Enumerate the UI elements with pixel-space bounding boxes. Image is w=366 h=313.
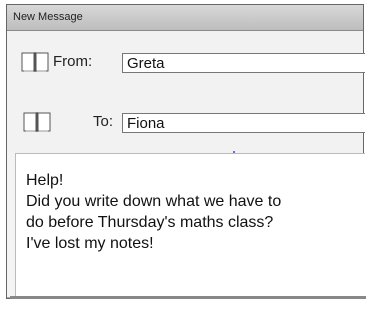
new-message-window: New Message From: Greta To: Fiona Help! … — [6, 4, 365, 299]
message-line: do before Thursday's maths class? — [26, 214, 274, 231]
to-field[interactable]: Fiona — [122, 113, 365, 133]
title-bar[interactable]: New Message — [7, 5, 363, 31]
from-label: From: — [53, 53, 93, 70]
window-shadow — [10, 296, 366, 299]
message-header: From: Greta To: Fiona — [7, 31, 365, 153]
message-line: Help! — [26, 172, 64, 189]
from-field[interactable]: Greta — [122, 53, 365, 73]
window-title: New Message — [13, 11, 83, 23]
to-label: To: — [93, 113, 114, 130]
message-line: I've lost my notes! — [26, 235, 154, 252]
message-body[interactable]: Help! Did you write down what we have to… — [15, 153, 365, 297]
address-book-icon[interactable] — [23, 111, 51, 133]
address-book-icon[interactable] — [21, 51, 49, 73]
message-line: Did you write down what we have to — [26, 193, 282, 210]
